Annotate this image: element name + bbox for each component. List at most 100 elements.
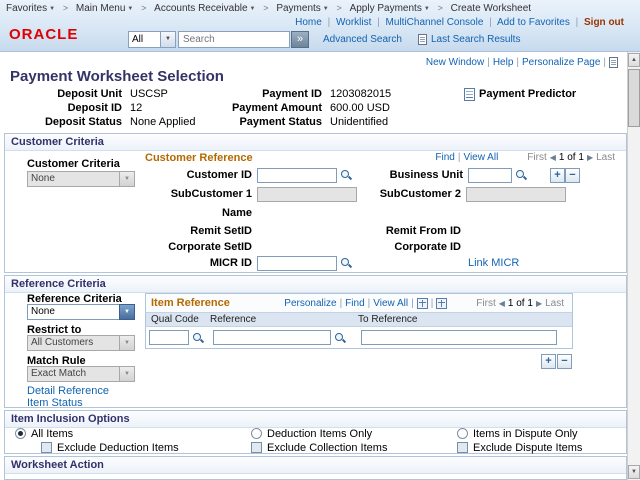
add-row-button[interactable]: +: [550, 168, 565, 183]
deposit-status-label: Deposit Status: [0, 116, 130, 128]
separator: |: [576, 17, 579, 28]
payment-predictor[interactable]: Payment Predictor: [464, 88, 576, 101]
checkbox-exclude-deduction-items[interactable]: Exclude Deduction Items: [41, 441, 179, 454]
reference-input[interactable]: [213, 330, 331, 345]
checkbox-icon[interactable]: [41, 442, 52, 453]
field-row: MICR ID Link MICR: [145, 255, 519, 271]
lookup-icon[interactable]: [339, 168, 353, 182]
customer-criteria-value: None: [27, 171, 119, 187]
breadcrumb-label: Create Worksheet: [451, 3, 531, 14]
notebook-icon[interactable]: [609, 57, 618, 68]
breadcrumb-item-payments[interactable]: Payments▼: [276, 3, 328, 14]
download-grid-icon[interactable]: [436, 298, 447, 309]
checkbox-exclude-dispute-items[interactable]: Exclude Dispute Items: [457, 441, 582, 454]
breadcrumb-item-apply-payments[interactable]: Apply Payments▼: [350, 3, 430, 14]
advanced-search-link[interactable]: Advanced Search: [323, 34, 402, 45]
worklist-link[interactable]: Worklist: [336, 17, 371, 28]
customer-reference-nav: Find | View All First ◀ 1 of 1 ▶ Last: [435, 152, 618, 163]
lookup-icon[interactable]: [191, 331, 205, 345]
radio-items-in-dispute-only[interactable]: Items in Dispute Only: [457, 427, 578, 440]
radio-icon[interactable]: [251, 428, 262, 439]
reference-criteria-value: None: [27, 304, 119, 320]
lookup-icon[interactable]: [514, 168, 528, 182]
multichannel-console-link[interactable]: MultiChannel Console: [386, 17, 484, 28]
add-row-button[interactable]: +: [541, 354, 556, 369]
field-row: Name: [145, 205, 257, 221]
payment-id-label: Payment ID: [230, 88, 330, 100]
radio-icon[interactable]: [15, 428, 26, 439]
business-unit-input[interactable]: [468, 168, 512, 183]
home-link[interactable]: Home: [295, 17, 322, 28]
breadcrumb-item-favorites[interactable]: Favorites▼: [6, 3, 55, 14]
payment-amount-label: Payment Amount: [230, 102, 330, 114]
chevron-down-icon[interactable]: ▼: [119, 304, 135, 320]
lookup-icon[interactable]: [339, 256, 353, 270]
radio-label: Items in Dispute Only: [473, 428, 578, 440]
zoom-grid-icon[interactable]: [417, 298, 428, 309]
scroll-down-button[interactable]: ▼: [628, 465, 640, 479]
checkbox-icon[interactable]: [251, 442, 262, 453]
to-reference-input[interactable]: [361, 330, 557, 345]
add-to-favorites-link[interactable]: Add to Favorites: [497, 17, 570, 28]
breadcrumb-item-main-menu[interactable]: Main Menu▼: [76, 3, 133, 14]
qual-code-cell: [149, 330, 213, 345]
radio-deduction-items-only[interactable]: Deduction Items Only: [251, 427, 372, 440]
item-status-link[interactable]: Item Status: [27, 397, 83, 409]
customer-id-input[interactable]: [257, 168, 337, 183]
radio-icon[interactable]: [457, 428, 468, 439]
view-all-link[interactable]: View All: [373, 298, 408, 309]
first-label: First: [476, 298, 495, 309]
last-search-results-link[interactable]: Last Search Results: [431, 34, 521, 45]
lookup-icon[interactable]: [333, 331, 347, 345]
radio-all-items[interactable]: All Items: [15, 427, 73, 440]
chevron-down-icon: ▼: [424, 6, 430, 12]
breadcrumb-label: Apply Payments: [350, 3, 422, 14]
scroll-up-button[interactable]: ▲: [628, 53, 640, 67]
search-scope-value[interactable]: All: [128, 31, 161, 48]
search-submit-button[interactable]: »: [291, 31, 309, 48]
view-all-link[interactable]: View All: [463, 152, 498, 163]
scrollbar-thumb[interactable]: [628, 69, 640, 127]
breadcrumb-item-accounts-receivable[interactable]: Accounts Receivable▼: [154, 3, 255, 14]
field-row: Corporate SetID Corporate ID: [145, 239, 466, 255]
vertical-scrollbar[interactable]: ▲ ▼: [627, 52, 640, 480]
personalize-page-link[interactable]: Personalize Page: [522, 57, 600, 68]
find-link[interactable]: Find: [345, 298, 364, 309]
next-arrow-icon[interactable]: ▶: [587, 153, 593, 162]
personalize-link[interactable]: Personalize: [284, 298, 336, 309]
section-title: Worksheet Action: [11, 459, 104, 471]
to-reference-cell: [361, 330, 557, 345]
micr-id-input[interactable]: [257, 256, 337, 271]
new-window-link[interactable]: New Window: [426, 57, 484, 68]
column-header-to-reference: To Reference: [358, 314, 572, 325]
breadcrumb-separator: >: [63, 3, 68, 13]
help-link[interactable]: Help: [493, 57, 514, 68]
match-rule-select: Exact Match ▼: [27, 366, 135, 382]
separator: |: [603, 57, 606, 68]
detail-reference-link[interactable]: Detail Reference: [27, 385, 109, 397]
item-inclusion-options-section: Item Inclusion Options All Items Deducti…: [4, 410, 627, 454]
checkbox-icon[interactable]: [457, 442, 468, 453]
worksheet-action-section: Worksheet Action: [4, 456, 627, 480]
find-link[interactable]: Find: [435, 152, 454, 163]
deposit-id-value: 12: [130, 102, 230, 114]
search-input[interactable]: [178, 31, 290, 48]
payment-predictor-icon[interactable]: [464, 88, 475, 101]
checkbox-exclude-collection-items[interactable]: Exclude Collection Items: [251, 441, 387, 454]
link-micr-link[interactable]: Link MICR: [468, 257, 519, 269]
section-title: Item Inclusion Options: [11, 413, 130, 425]
next-arrow-icon[interactable]: ▶: [536, 299, 542, 308]
prev-arrow-icon[interactable]: ◀: [499, 299, 505, 308]
grid-header: Item Reference Personalize | Find | View…: [146, 294, 572, 312]
delete-row-button[interactable]: −: [565, 168, 580, 183]
checkbox-label: Exclude Deduction Items: [57, 442, 179, 454]
chevron-down-icon: ▼: [119, 366, 135, 382]
reference-criteria-select[interactable]: None ▼: [27, 304, 135, 320]
delete-row-button[interactable]: −: [557, 354, 572, 369]
chevron-down-icon[interactable]: ▼: [161, 31, 176, 48]
utility-links: Home | Worklist | MultiChannel Console |…: [295, 17, 624, 28]
prev-arrow-icon[interactable]: ◀: [550, 153, 556, 162]
name-label: Name: [145, 207, 257, 219]
sign-out-link[interactable]: Sign out: [584, 17, 624, 28]
qual-code-input[interactable]: [149, 330, 189, 345]
